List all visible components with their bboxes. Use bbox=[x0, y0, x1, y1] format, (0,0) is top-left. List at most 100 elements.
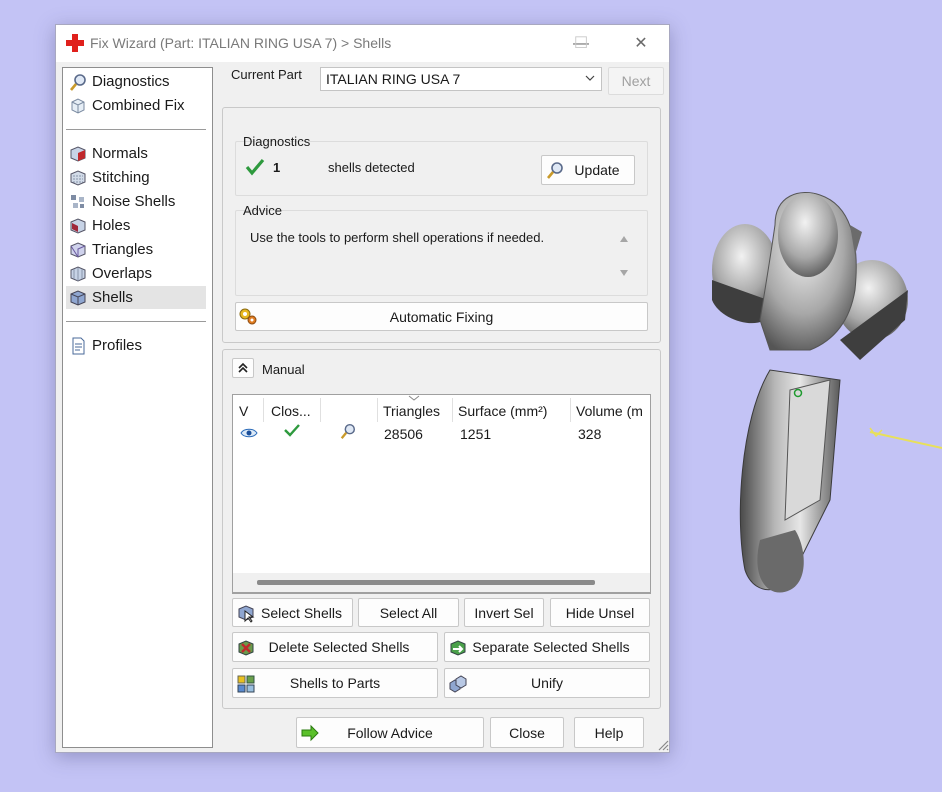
scrollbar-thumb[interactable] bbox=[257, 580, 595, 585]
hide-unsel-button[interactable]: Hide Unsel bbox=[550, 598, 650, 627]
nav-item-profiles[interactable]: Profiles bbox=[66, 334, 206, 357]
column-header-blank[interactable] bbox=[321, 400, 377, 422]
close-button[interactable]: Close bbox=[490, 717, 564, 748]
unify-label: Unify bbox=[531, 675, 563, 691]
fix-wizard-window: Fix Wizard (Part: ITALIAN RING USA 7) > … bbox=[55, 24, 670, 753]
update-button[interactable]: Update bbox=[541, 155, 635, 185]
manual-label: Manual bbox=[262, 362, 305, 377]
separate-selected-shells-button[interactable]: Separate Selected Shells bbox=[444, 632, 650, 662]
nav-item-noise-shells[interactable]: Noise Shells bbox=[66, 190, 206, 213]
next-label: Next bbox=[621, 73, 651, 89]
update-label: Update bbox=[574, 162, 620, 178]
column-header-surface[interactable]: Surface (mm²) bbox=[453, 400, 571, 422]
advice-scrollbar[interactable] bbox=[617, 232, 631, 282]
nav-label: Normals bbox=[92, 145, 148, 162]
title-bar[interactable]: Fix Wizard (Part: ITALIAN RING USA 7) > … bbox=[56, 25, 669, 62]
close-window-button[interactable]: ✕ bbox=[621, 31, 661, 57]
nav-item-normals[interactable]: Normals bbox=[66, 142, 206, 165]
maximize-icon: ☐ bbox=[573, 35, 589, 52]
nav-label: Holes bbox=[92, 217, 131, 234]
nav-item-holes[interactable]: Holes bbox=[66, 214, 206, 237]
nav-divider bbox=[66, 321, 206, 322]
advice-label: Advice bbox=[243, 203, 283, 218]
sort-indicator-icon bbox=[408, 395, 420, 401]
eye-icon[interactable] bbox=[240, 427, 258, 439]
nav-label: Shells bbox=[92, 289, 133, 306]
current-part-value: ITALIAN RING USA 7 bbox=[326, 71, 461, 87]
help-button[interactable]: Help bbox=[574, 717, 644, 748]
follow-advice-button[interactable]: Follow Advice bbox=[296, 717, 484, 748]
holes-cube-icon bbox=[70, 217, 86, 234]
table-horizontal-scrollbar[interactable] bbox=[232, 573, 651, 593]
select-all-label: Select All bbox=[379, 604, 438, 621]
shells-to-parts-label: Shells to Parts bbox=[289, 675, 381, 691]
automatic-fixing-button[interactable]: Automatic Fixing bbox=[235, 302, 648, 331]
window-title: Fix Wizard (Part: ITALIAN RING USA 7) > … bbox=[90, 35, 392, 51]
select-shells-icon bbox=[238, 605, 255, 623]
document-icon bbox=[72, 337, 85, 354]
current-part-dropdown[interactable]: ITALIAN RING USA 7 bbox=[320, 67, 602, 91]
separate-selected-label: Separate Selected Shells bbox=[472, 639, 630, 655]
closed-check-icon bbox=[284, 424, 300, 437]
close-label: Close bbox=[509, 724, 545, 741]
nav-item-diagnostics[interactable]: Diagnostics bbox=[66, 70, 206, 93]
nav-item-combined-fix[interactable]: Combined Fix bbox=[66, 94, 206, 117]
select-all-button[interactable]: Select All bbox=[358, 598, 459, 627]
shells-count: 1 bbox=[273, 160, 281, 175]
nav-label: Triangles bbox=[92, 241, 154, 258]
next-button[interactable]: Next bbox=[608, 67, 664, 95]
nav-item-shells[interactable]: Shells bbox=[66, 286, 206, 309]
cube-icon bbox=[71, 97, 85, 114]
unify-icon bbox=[449, 675, 467, 693]
shells-table[interactable]: V Clos... Triangles Surface (mm²) Volume… bbox=[232, 394, 651, 594]
automatic-fixing-label: Automatic Fixing bbox=[389, 308, 494, 325]
column-header-v[interactable]: V bbox=[234, 400, 264, 422]
nav-label: Noise Shells bbox=[92, 193, 176, 210]
shells-cube-icon bbox=[70, 289, 86, 306]
column-header-triangles[interactable]: Triangles bbox=[378, 400, 453, 422]
normals-cube-icon bbox=[70, 145, 86, 162]
column-header-closed[interactable]: Clos... bbox=[266, 400, 321, 422]
nav-item-overlaps[interactable]: Overlaps bbox=[66, 262, 206, 285]
shells-detected-text: shells detected bbox=[328, 160, 415, 175]
invert-sel-label: Invert Sel bbox=[474, 604, 534, 621]
stitching-cube-icon bbox=[70, 169, 86, 186]
nav-item-triangles[interactable]: Triangles bbox=[66, 238, 206, 261]
nav-item-stitching[interactable]: Stitching bbox=[66, 166, 206, 189]
cell-surface: 1251 bbox=[460, 426, 492, 442]
noise-shells-icon bbox=[71, 194, 84, 208]
select-shells-label: Select Shells bbox=[261, 604, 342, 621]
delete-selected-shells-button[interactable]: Delete Selected Shells bbox=[232, 632, 438, 662]
magnifier-icon bbox=[547, 162, 563, 179]
cell-triangles: 28506 bbox=[384, 426, 423, 442]
unify-button[interactable]: Unify bbox=[444, 668, 650, 698]
advice-text: Use the tools to perform shell operation… bbox=[250, 230, 545, 245]
triangles-cube-icon bbox=[70, 241, 86, 258]
app-cross-icon bbox=[66, 34, 84, 52]
invert-sel-button[interactable]: Invert Sel bbox=[464, 598, 544, 627]
resize-grip-icon[interactable] bbox=[656, 738, 669, 751]
current-part-label: Current Part bbox=[231, 67, 302, 82]
chevron-down-icon bbox=[585, 75, 595, 81]
shells-to-parts-button[interactable]: Shells to Parts bbox=[232, 668, 438, 698]
select-shells-button[interactable]: Select Shells bbox=[232, 598, 353, 627]
gears-icon bbox=[239, 308, 257, 325]
advice-text-box: Use the tools to perform shell operation… bbox=[236, 225, 630, 289]
help-label: Help bbox=[594, 724, 624, 741]
cell-volume: 328 bbox=[578, 426, 602, 442]
collapse-manual-button[interactable] bbox=[232, 358, 254, 378]
magnifier-icon[interactable] bbox=[339, 422, 357, 440]
nav-label: Combined Fix bbox=[92, 97, 185, 114]
nav-label: Profiles bbox=[92, 337, 143, 354]
overlaps-cube-icon bbox=[70, 265, 86, 282]
hide-unsel-label: Hide Unsel bbox=[565, 604, 635, 621]
nav-label: Stitching bbox=[92, 169, 150, 186]
maximize-button[interactable]: ☐ bbox=[561, 31, 601, 57]
delete-shells-icon bbox=[238, 640, 254, 656]
green-check-icon bbox=[245, 158, 265, 176]
magnifier-icon bbox=[70, 73, 86, 91]
double-chevron-up-icon bbox=[238, 362, 248, 373]
nav-divider bbox=[66, 129, 206, 130]
follow-advice-label: Follow Advice bbox=[347, 724, 433, 741]
column-header-volume[interactable]: Volume (m bbox=[571, 400, 651, 422]
